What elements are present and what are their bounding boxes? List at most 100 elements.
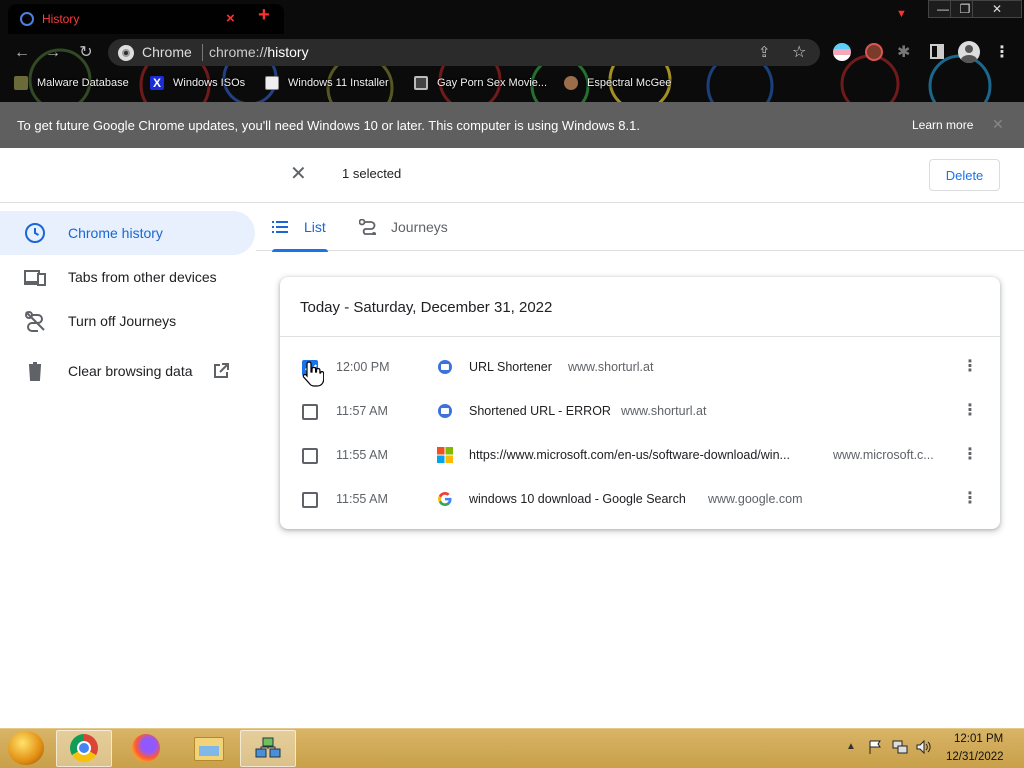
bookmark-favicon xyxy=(14,76,28,90)
bookmark-4[interactable]: Gay Porn Sex Movie... xyxy=(437,77,547,89)
address-bar[interactable]: Chrome chrome://history ⇪ ☆ xyxy=(108,39,820,66)
shorturl-favicon xyxy=(438,404,452,418)
visit-time: 11:55 AM xyxy=(336,448,388,462)
row-checkbox[interactable] xyxy=(302,448,318,464)
globe-icon xyxy=(414,76,428,90)
extensions-puzzle-icon[interactable]: ✱ xyxy=(897,42,910,62)
tab-label: List xyxy=(304,219,326,235)
open-in-new-icon xyxy=(214,363,229,378)
firefox-icon xyxy=(132,734,160,762)
visit-time: 11:57 AM xyxy=(336,404,388,418)
bookmark-windows-isos[interactable]: Windows ISOs xyxy=(173,77,245,89)
start-button[interactable] xyxy=(8,731,44,765)
delete-button[interactable]: Delete xyxy=(929,159,1000,191)
banner-text: To get future Google Chrome updates, you… xyxy=(17,118,640,133)
row-checkbox[interactable] xyxy=(302,492,318,508)
clock-date[interactable]: 12/31/2022 xyxy=(946,751,1004,763)
clock-icon xyxy=(25,223,45,243)
url-host: history xyxy=(267,44,309,60)
selected-count: 1 selected xyxy=(342,166,402,181)
shorturl-favicon xyxy=(438,360,452,374)
row-checkbox[interactable] xyxy=(302,404,318,420)
browser-frame: History × + ▼ — ❐ ✕ ← → ↻ Chrome chrome:… xyxy=(0,0,1024,102)
close-window-button[interactable]: ✕ xyxy=(972,0,1022,18)
share-icon[interactable]: ⇪ xyxy=(758,43,771,61)
sidebar-item-turn-off-journeys[interactable]: Turn off Journeys xyxy=(0,299,255,343)
more-actions-icon[interactable]: ⋮ xyxy=(960,357,980,377)
history-row[interactable]: 12:00 PM URL Shortener www.shorturl.at ⋮ xyxy=(280,345,1000,389)
page-domain: www.shorturl.at xyxy=(621,404,707,418)
volume-icon[interactable] xyxy=(916,740,932,754)
forward-arrow-icon[interactable]: → xyxy=(42,42,64,64)
chrome-icon xyxy=(70,734,98,762)
screen: History × + ▼ — ❐ ✕ ← → ↻ Chrome chrome:… xyxy=(0,0,1024,768)
journeys-icon xyxy=(359,219,376,235)
chrome-menu-icon[interactable]: ⋮ xyxy=(994,42,1010,62)
date-heading: Today - Saturday, December 31, 2022 xyxy=(300,299,553,316)
chrome-site-icon[interactable] xyxy=(118,45,134,61)
page-title-link[interactable]: https://www.microsoft.com/en-us/software… xyxy=(469,448,821,462)
more-actions-icon[interactable]: ⋮ xyxy=(960,489,980,509)
tab-close-icon[interactable]: × xyxy=(226,10,235,27)
profile-avatar-icon[interactable] xyxy=(958,41,980,63)
tab-journeys[interactable]: Journeys xyxy=(359,203,459,251)
sidebar-item-label: Tabs from other devices xyxy=(68,269,217,285)
tab-title: History xyxy=(42,12,80,26)
update-banner: To get future Google Chrome updates, you… xyxy=(0,102,1024,148)
page-domain: www.microsoft.c... xyxy=(833,448,934,462)
site-chip-label: Chrome xyxy=(142,44,192,60)
extension-flag-icon[interactable] xyxy=(833,43,851,61)
clear-selection-icon[interactable]: ✕ xyxy=(290,164,307,184)
action-center-flag-icon[interactable] xyxy=(868,740,884,754)
more-actions-icon[interactable]: ⋮ xyxy=(960,401,980,421)
history-row[interactable]: 11:57 AM Shortened URL - ERROR www.short… xyxy=(280,389,1000,433)
bookmark-malware-database[interactable]: Malware Database xyxy=(37,77,129,89)
tab-label: Journeys xyxy=(391,219,448,235)
sidebar-item-label: Chrome history xyxy=(68,225,163,241)
x-logo-icon: X xyxy=(150,76,164,90)
sidebar-item-tabs-from-other-devices[interactable]: Tabs from other devices xyxy=(0,255,255,299)
banner-close-icon[interactable]: ✕ xyxy=(992,116,1004,133)
sidebar-item-chrome-history[interactable]: Chrome history xyxy=(0,211,255,255)
bookmark-windows-11-installer[interactable]: Windows 11 Installer xyxy=(288,77,389,89)
history-row[interactable]: 11:55 AM windows 10 download - Google Se… xyxy=(280,477,1000,521)
browser-tab-history[interactable]: History × xyxy=(8,4,284,34)
image-icon xyxy=(265,76,279,90)
file-explorer-icon xyxy=(194,737,224,761)
tab-search-chevron-icon[interactable]: ▼ xyxy=(896,8,907,20)
history-row[interactable]: 11:55 AM https://www.microsoft.com/en-us… xyxy=(280,433,1000,477)
page-title-link[interactable]: windows 10 download - Google Search xyxy=(469,492,697,506)
bookmark-espectral-mcgee[interactable]: Espectral McGee xyxy=(587,77,671,89)
network-icon xyxy=(255,737,281,758)
url-text[interactable]: chrome://history xyxy=(209,44,309,60)
page-title-link[interactable]: Shortened URL - ERROR xyxy=(469,404,611,418)
history-card: Today - Saturday, December 31, 2022 12:0… xyxy=(280,277,1000,529)
devices-icon xyxy=(24,270,46,286)
microsoft-favicon xyxy=(437,447,453,463)
trash-icon xyxy=(29,362,41,381)
reload-icon[interactable]: ↻ xyxy=(75,42,97,64)
page-title-link[interactable]: URL Shortener xyxy=(469,360,559,374)
clock-time[interactable]: 12:01 PM xyxy=(954,733,1003,745)
page-domain: www.shorturl.at xyxy=(568,360,654,374)
more-actions-icon[interactable]: ⋮ xyxy=(960,445,980,465)
bookmark-star-icon[interactable]: ☆ xyxy=(792,42,806,62)
side-panel-icon[interactable] xyxy=(930,44,944,59)
network-tray-icon[interactable] xyxy=(892,740,908,754)
selection-toolbar xyxy=(0,148,1024,203)
learn-more-link[interactable]: Learn more xyxy=(912,118,973,132)
visit-time: 12:00 PM xyxy=(336,360,390,374)
url-scheme: chrome:// xyxy=(209,44,268,60)
journeys-off-icon xyxy=(25,311,45,332)
google-favicon xyxy=(438,492,452,506)
history-clock-icon xyxy=(20,12,34,26)
visit-time: 11:55 AM xyxy=(336,492,388,506)
new-tab-icon[interactable]: + xyxy=(258,4,270,27)
back-arrow-icon[interactable]: ← xyxy=(11,42,33,64)
list-icon xyxy=(272,221,288,233)
extension-avatar-icon[interactable] xyxy=(865,43,883,61)
sidebar-item-clear-browsing-data[interactable]: Clear browsing data xyxy=(0,349,255,393)
show-hidden-icons-icon[interactable]: ▲ xyxy=(846,741,856,752)
tab-list[interactable]: List xyxy=(272,203,328,252)
page-domain: www.google.com xyxy=(708,492,803,506)
